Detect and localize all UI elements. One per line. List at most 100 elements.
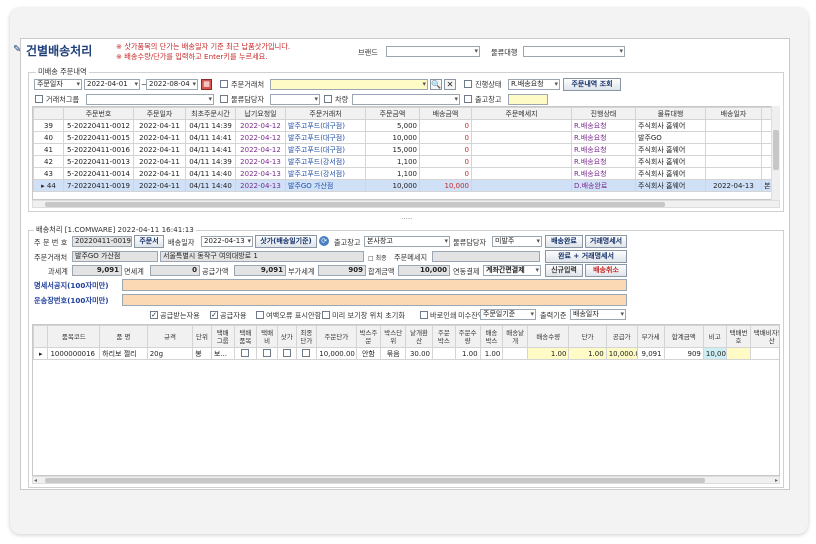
items-col-header[interactable]: 비고 bbox=[702, 325, 727, 348]
items-col-header[interactable]: 낱개환산 bbox=[405, 325, 434, 348]
items-hscrollbar[interactable]: ◂ ▸ bbox=[32, 476, 780, 484]
scroll-left-icon[interactable]: ◂ bbox=[34, 477, 37, 484]
orders-col-header[interactable]: 주문일자 bbox=[133, 107, 186, 120]
table-row[interactable]: 39 5-20220411-0012 2022-04-11 04/11 14:39 20… bbox=[33, 119, 779, 132]
print-basis-select[interactable]: 배송일자 bbox=[570, 309, 626, 320]
items-col-header[interactable]: 배송낱개 bbox=[502, 325, 529, 348]
orders-col-header[interactable]: 물류대행 bbox=[635, 107, 706, 120]
items-col-header[interactable]: 합계금액 bbox=[663, 325, 704, 348]
items-col-header[interactable]: 주문단가 bbox=[316, 325, 357, 348]
vehicle-checkbox[interactable] bbox=[324, 95, 332, 103]
items-col-header[interactable]: 삿가 bbox=[276, 325, 297, 348]
price-refresh-button[interactable]: 삿가(배송일기준) bbox=[255, 235, 317, 248]
refresh-icon[interactable]: ⟳ bbox=[319, 236, 329, 246]
items-col-header[interactable]: 단위 bbox=[192, 325, 212, 348]
items-col-header[interactable]: 최종단가 bbox=[295, 325, 318, 348]
orders-col-header[interactable]: 주문금액 bbox=[365, 107, 420, 120]
orders-col-header[interactable]: 주문번호 bbox=[63, 107, 134, 120]
orders-hscrollbar[interactable] bbox=[32, 200, 780, 208]
splitter-handle[interactable]: ..... bbox=[401, 212, 412, 221]
status-select[interactable]: R.배송요청 bbox=[508, 79, 560, 90]
statement-button[interactable]: 거래명세서 bbox=[585, 235, 627, 248]
items-col-header[interactable]: 박스주문 bbox=[355, 325, 382, 348]
items-col-header[interactable]: 박스단위 bbox=[380, 325, 407, 348]
logi-select[interactable]: 미발주 bbox=[492, 236, 542, 247]
ship-date-input[interactable]: 2022-04-13 bbox=[201, 236, 253, 247]
calendar-icon[interactable]: ▦ bbox=[201, 79, 212, 90]
orders-col-header[interactable]: 주문메세지 bbox=[471, 107, 572, 120]
courier-select[interactable] bbox=[523, 46, 625, 57]
view-orders-button[interactable]: 주문내역 조회 bbox=[563, 78, 621, 91]
opt-supplier-checkbox[interactable]: ✓ bbox=[210, 311, 218, 319]
item-ship-qty[interactable]: 1.00 bbox=[568, 347, 607, 360]
date-type-select[interactable]: 주문일자 bbox=[34, 79, 82, 90]
opt-receiver-checkbox[interactable]: ✓ bbox=[150, 311, 158, 319]
table-row[interactable]: 40 5-20220411-0015 2022-04-11 04/11 14:41 20… bbox=[33, 131, 779, 144]
item-ship-each[interactable]: 1.00 bbox=[527, 347, 570, 360]
complete-statement-button[interactable]: 완료 + 거래명세서 bbox=[545, 250, 627, 263]
items-col-header[interactable]: 택배비 bbox=[256, 325, 278, 348]
items-col-header[interactable]: 택배품목 bbox=[233, 325, 258, 348]
orders-col-header[interactable]: 배송금액 bbox=[419, 107, 472, 120]
items-col-header[interactable]: 부가세 bbox=[636, 325, 665, 348]
sales-rep-select[interactable] bbox=[270, 94, 320, 105]
table-row[interactable]: 41 5-20220411-0016 2022-04-11 04/11 14:41 20… bbox=[33, 143, 779, 156]
courier-fee-checkbox[interactable] bbox=[256, 347, 278, 360]
date-from-input[interactable]: 2022-04-01 bbox=[84, 79, 140, 90]
cust-group-select[interactable] bbox=[86, 94, 214, 105]
warehouse-checkbox[interactable] bbox=[464, 95, 472, 103]
close-icon[interactable]: ✕ bbox=[444, 79, 456, 90]
item-ship-box[interactable] bbox=[502, 347, 529, 360]
items-col-header[interactable]: 규격 bbox=[146, 325, 194, 348]
table-row[interactable]: 42 5-20220411-0013 2022-04-11 04/11 14:39 20… bbox=[33, 155, 779, 168]
tracking-input[interactable] bbox=[122, 294, 627, 306]
cust-group-checkbox[interactable] bbox=[35, 95, 43, 103]
pay-select[interactable]: 계좌간편결제 bbox=[483, 265, 541, 276]
items-col-header[interactable]: 택배비자동계산 bbox=[750, 325, 779, 348]
order-sheet-button[interactable]: 주문서 bbox=[134, 235, 164, 248]
items-col-header[interactable]: 택배그룹 bbox=[210, 325, 235, 348]
orders-col-header[interactable]: 배송일자 bbox=[705, 107, 762, 120]
items-col-header[interactable]: 주문박스 bbox=[432, 325, 456, 348]
sales-rep-checkbox[interactable] bbox=[220, 95, 228, 103]
items-col-header[interactable]: 공급가 bbox=[605, 325, 638, 348]
unpaid-select[interactable]: 주문일기준 bbox=[480, 309, 536, 320]
customer-checkbox[interactable] bbox=[220, 80, 228, 88]
orders-vscrollbar[interactable] bbox=[771, 106, 780, 200]
orders-col-header[interactable]: 납기요청일 bbox=[235, 107, 286, 120]
items-col-header[interactable]: 주문수량 bbox=[454, 325, 481, 348]
final-price-checkbox[interactable] bbox=[295, 347, 318, 360]
items-col-header[interactable]: 단가 bbox=[568, 325, 607, 348]
opt-preview-checkbox[interactable] bbox=[322, 311, 330, 319]
table-row[interactable]: ▸ 44 7-20220411-0019 2022-04-11 04/11 14:40… bbox=[33, 179, 779, 192]
item-note[interactable] bbox=[725, 347, 752, 360]
cancel-delivery-button[interactable]: 배송취소 bbox=[585, 264, 627, 277]
opt-print-checkbox[interactable] bbox=[420, 311, 428, 319]
orders-col-header[interactable]: 주문거래처 bbox=[285, 107, 366, 120]
search-icon[interactable]: 🔍 bbox=[430, 79, 442, 90]
courier-item-checkbox[interactable] bbox=[233, 347, 258, 360]
out-wh-select[interactable]: 본사창고 bbox=[364, 236, 450, 247]
opt-margin-checkbox[interactable] bbox=[256, 311, 264, 319]
items-col-header[interactable]: 배송수량 bbox=[527, 325, 570, 348]
items-col-header[interactable]: 배송박스 bbox=[479, 325, 504, 348]
stmt-note-input[interactable] bbox=[122, 279, 627, 291]
warehouse-input[interactable] bbox=[508, 94, 548, 105]
vehicle-select[interactable] bbox=[352, 94, 460, 105]
brand-select[interactable] bbox=[386, 46, 480, 57]
table-row[interactable]: ▸ 1000000016 하리보 젤리 20g 봉 보... 10,000.00… bbox=[33, 347, 779, 360]
delivery-complete-button[interactable]: 배송완료 bbox=[545, 235, 583, 248]
orders-col-header[interactable]: 진행상태 bbox=[571, 107, 636, 120]
date-to-input[interactable]: 2022-08-04 bbox=[146, 79, 198, 90]
items-col-header[interactable]: 품목코드 bbox=[47, 325, 101, 348]
status-checkbox[interactable] bbox=[464, 80, 472, 88]
market-price-checkbox[interactable] bbox=[276, 347, 297, 360]
scroll-right-icon[interactable]: ▸ bbox=[775, 477, 778, 484]
orders-col-header[interactable]: 최초주문시간 bbox=[185, 107, 236, 120]
new-input-button[interactable]: 신규입력 bbox=[545, 264, 583, 277]
customer-select[interactable] bbox=[270, 79, 428, 90]
table-row[interactable]: 43 5-20220411-0014 2022-04-11 04/11 14:40 20… bbox=[33, 167, 779, 180]
items-col-header[interactable]: 품 명 bbox=[99, 325, 148, 348]
items-col-header[interactable]: 택배번호 bbox=[725, 325, 752, 348]
item-price[interactable]: 10,000.00 bbox=[605, 347, 638, 360]
